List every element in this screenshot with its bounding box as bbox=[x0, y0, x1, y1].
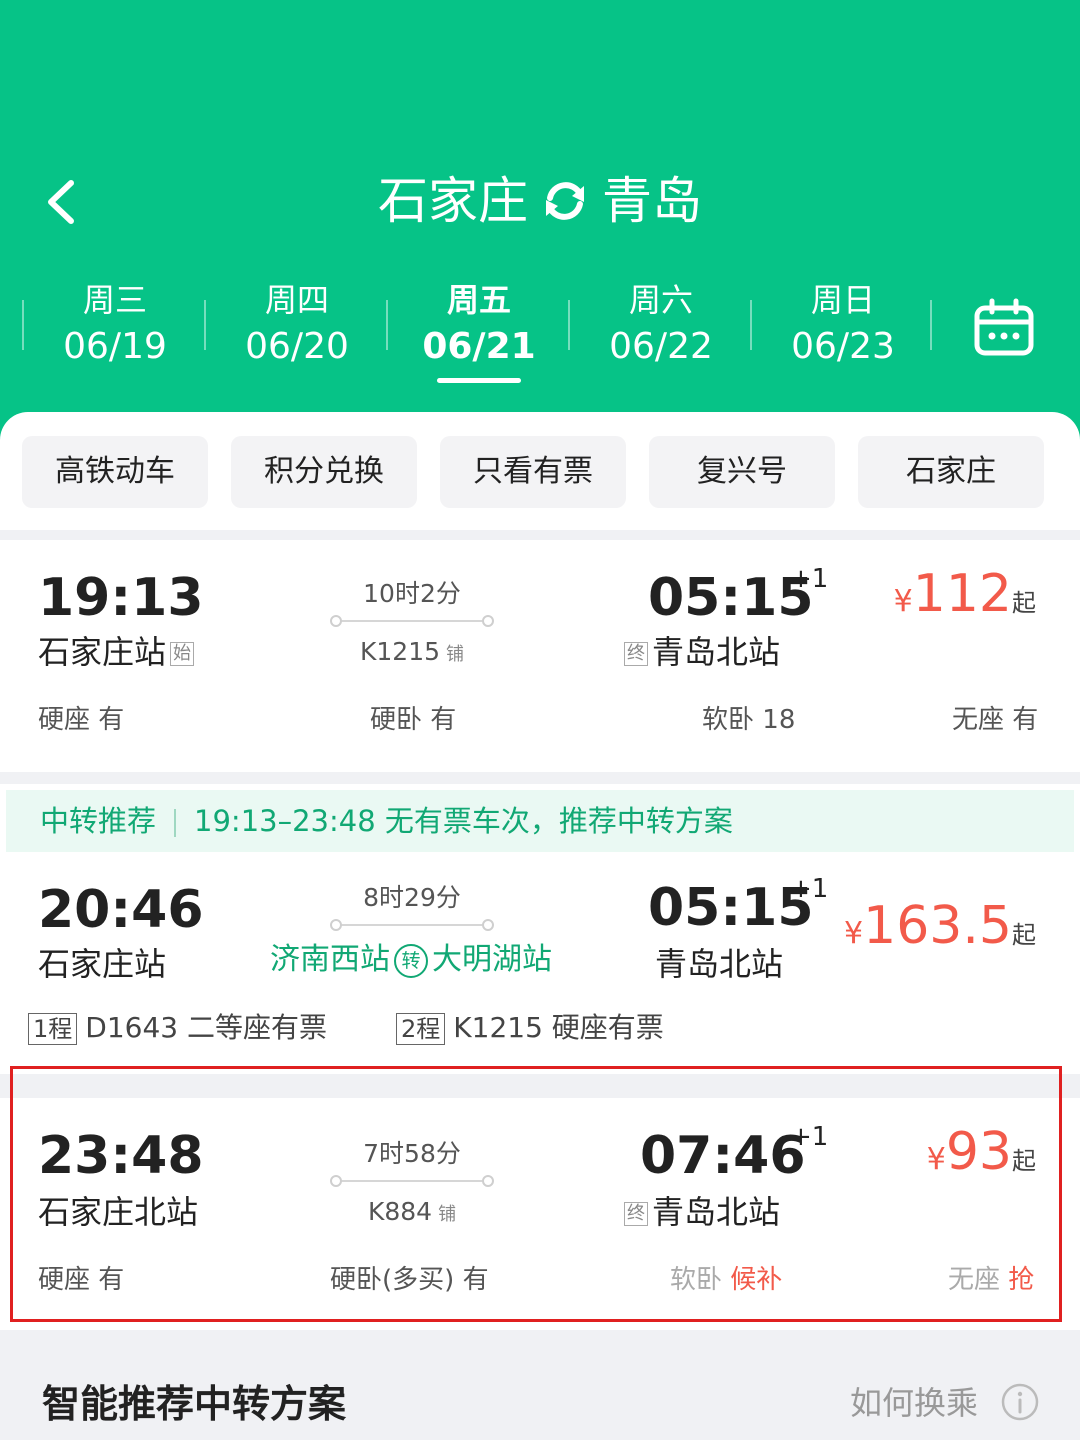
to-city: 青岛 bbox=[602, 172, 702, 230]
leg-tag: 2程 bbox=[396, 1013, 446, 1045]
train-number-text: K1215 bbox=[359, 637, 441, 666]
filter-chip-high-speed[interactable]: 高铁动车 bbox=[22, 436, 208, 508]
weekday-label: 周五 bbox=[446, 281, 511, 319]
date-label: 06/20 bbox=[245, 326, 349, 367]
next-day-badge: +1 bbox=[790, 564, 829, 594]
departure-station: 石家庄站 bbox=[38, 945, 167, 983]
departure-time: 20:46 bbox=[38, 880, 204, 940]
leg-tag: 1程 bbox=[28, 1013, 78, 1045]
date-tab[interactable]: 周四 06/20 bbox=[206, 278, 388, 388]
leg-text: D1643 二等座有票 bbox=[85, 1011, 328, 1044]
leg-text: K1215 硬座有票 bbox=[453, 1011, 664, 1044]
arrival-time: 05:15 bbox=[648, 878, 814, 938]
weekday-label: 周四 bbox=[264, 281, 329, 319]
price-amount: 163.5 bbox=[863, 896, 1012, 956]
arrival-time: 05:15 bbox=[648, 568, 814, 628]
transfer-icon: 转 bbox=[394, 943, 428, 978]
filter-chip-fuxing[interactable]: 复兴号 bbox=[649, 436, 835, 508]
currency-symbol: ¥ bbox=[844, 916, 864, 951]
arrival-station-name: 青岛北站 bbox=[652, 633, 781, 671]
next-day-badge: +1 bbox=[790, 874, 829, 904]
date-label: 06/22 bbox=[609, 326, 713, 367]
transfer-leg: 2程 K1215 硬座有票 bbox=[396, 1008, 664, 1048]
date-selector: 周三 06/19 周四 06/20 周五 06/21 周六 06/22 周日 0… bbox=[0, 278, 1080, 388]
filter-chip-points[interactable]: 积分兑换 bbox=[231, 436, 417, 508]
departure-station-name: 石家庄站 bbox=[38, 633, 167, 671]
active-underline bbox=[437, 378, 521, 383]
filter-bar: 高铁动车 积分兑换 只看有票 复兴号 石家庄 bbox=[0, 412, 1080, 530]
weekday-label: 周六 bbox=[628, 281, 693, 319]
origin-tag: 始 bbox=[170, 642, 195, 666]
weekday-label: 周三 bbox=[82, 281, 147, 319]
duration: 8时29分 bbox=[363, 883, 461, 912]
date-tab[interactable]: 周日 06/23 bbox=[752, 278, 934, 388]
currency-symbol: ¥ bbox=[893, 584, 913, 619]
route-line bbox=[330, 918, 494, 932]
route-title[interactable]: 石家庄 青岛 bbox=[0, 168, 1080, 234]
divider bbox=[930, 300, 932, 350]
transfer-station-2: 大明湖站 bbox=[432, 942, 552, 977]
sleeper-tag: 铺 bbox=[446, 644, 465, 665]
transfer-banner: 中转推荐 19:13–23:48 无有票车次，推荐中转方案 bbox=[6, 790, 1074, 852]
train-card[interactable]: 19:13 石家庄站始 10时2分 K1215 铺 05:15 +1 终青岛北站 … bbox=[0, 540, 1080, 772]
transfer-leg: 1程 D1643 二等座有票 bbox=[28, 1008, 327, 1048]
departure-time: 19:13 bbox=[38, 568, 204, 628]
section-title: 智能推荐中转方案 bbox=[42, 1382, 347, 1426]
seat-availability: 无座 有 bbox=[952, 705, 1039, 735]
train-number[interactable]: K1215 铺 bbox=[332, 636, 492, 671]
terminus-tag: 终 bbox=[624, 642, 648, 666]
price-amount: 112 bbox=[912, 564, 1012, 624]
filter-chip-available-only[interactable]: 只看有票 bbox=[440, 436, 626, 508]
route-line bbox=[330, 614, 494, 628]
info-icon[interactable] bbox=[1000, 1382, 1040, 1422]
seat-availability: 硬座 有 bbox=[38, 705, 125, 735]
seat-availability: 硬卧 有 bbox=[370, 705, 457, 735]
duration: 10时2分 bbox=[363, 579, 461, 608]
date-label: 06/19 bbox=[63, 326, 167, 367]
highlight-box bbox=[10, 1066, 1062, 1322]
transfer-stations: 济南西站转大明湖站 bbox=[256, 940, 566, 980]
swap-icon[interactable] bbox=[540, 176, 590, 226]
price-suffix: 起 bbox=[1012, 921, 1036, 949]
departure-station: 石家庄站始 bbox=[38, 630, 198, 674]
transfer-station-1: 济南西站 bbox=[270, 942, 390, 977]
date-tab-active[interactable]: 周五 06/21 bbox=[388, 278, 570, 388]
date-tab[interactable]: 周六 06/22 bbox=[570, 278, 752, 388]
date-tab[interactable]: 周三 06/19 bbox=[24, 278, 206, 388]
arrival-station: 青岛北站 bbox=[655, 945, 784, 983]
price: ¥163.5起 bbox=[844, 896, 1036, 956]
weekday-label: 周日 bbox=[810, 281, 875, 319]
seat-availability: 软卧 18 bbox=[702, 705, 796, 735]
date-label: 06/21 bbox=[422, 326, 536, 367]
filter-chip-station[interactable]: 石家庄 bbox=[858, 436, 1044, 508]
arrival-station: 终青岛北站 bbox=[620, 630, 780, 674]
calendar-icon[interactable] bbox=[972, 298, 1036, 358]
how-to-transfer-link[interactable]: 如何换乘 bbox=[850, 1380, 978, 1426]
transfer-banner-text: 19:13–23:48 无有票车次，推荐中转方案 bbox=[194, 804, 733, 838]
price: ¥112起 bbox=[894, 564, 1036, 624]
date-label: 06/23 bbox=[791, 326, 895, 367]
from-city: 石家庄 bbox=[378, 172, 528, 230]
transfer-banner-label: 中转推荐 bbox=[40, 804, 157, 838]
price-suffix: 起 bbox=[1012, 589, 1036, 617]
